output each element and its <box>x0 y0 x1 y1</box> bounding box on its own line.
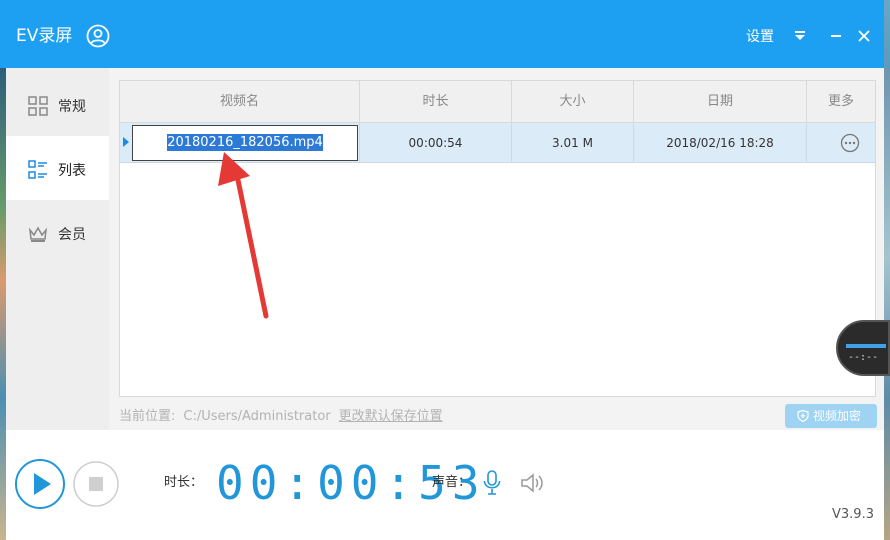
sidebar: 常规 列表 会员 <box>6 68 109 430</box>
sound-label: 声音： <box>432 475 472 490</box>
sidebar-item-label: 常规 <box>58 99 86 115</box>
change-location-link[interactable]: 更改默认保存位置 <box>339 409 443 424</box>
sidebar-item-member[interactable]: 会员 <box>6 200 109 264</box>
grid-icon <box>28 96 48 116</box>
title-bar[interactable]: EV录屏 设置 <box>0 0 884 68</box>
table-header: 视频名 时长 大小 日期 更多 <box>120 81 875 123</box>
ev-recorder-window: EV录屏 设置 常规 列表 会员 视频名 时长 大小 日期 更多 2018021… <box>0 0 884 540</box>
microphone-icon[interactable] <box>482 470 502 496</box>
sidebar-item-general[interactable]: 常规 <box>6 72 109 136</box>
location-path: C:/Users/Administrator <box>183 409 331 424</box>
more-options-icon[interactable] <box>840 133 860 153</box>
play-icon[interactable] <box>14 458 66 510</box>
video-encrypt-label: 视频加密 <box>813 409 862 423</box>
duration-label: 时长： <box>164 475 204 490</box>
sidebar-item-list[interactable]: 列表 <box>6 136 109 200</box>
column-header-size[interactable]: 大小 <box>512 81 634 123</box>
list-icon <box>28 160 47 179</box>
row-duration: 00:00:54 <box>360 123 512 163</box>
row-size: 3.01 M <box>512 123 634 163</box>
crown-icon <box>28 226 48 242</box>
column-header-name[interactable]: 视频名 <box>120 81 360 123</box>
recording-controls: 时长： 00:00:53 声音： V3.9.3 <box>6 430 884 540</box>
rename-input-value: 20180216_182056.mp4 <box>167 134 323 151</box>
red-arrow-annotation-icon <box>218 152 269 319</box>
dropdown-menu-icon[interactable] <box>792 28 808 44</box>
column-header-more: 更多 <box>827 94 854 109</box>
floating-widget-bar <box>846 344 886 348</box>
stop-icon[interactable] <box>72 460 120 508</box>
floating-widget-text: --:-- <box>848 352 879 363</box>
sidebar-item-label: 会员 <box>58 227 86 243</box>
user-account-icon[interactable] <box>86 24 110 48</box>
floating-recorder-widget[interactable]: --:-- <box>836 320 890 376</box>
version-label: V3.9.3 <box>832 507 874 522</box>
close-icon[interactable] <box>856 28 872 44</box>
shield-plus-icon <box>797 410 809 422</box>
save-location: 当前位置: C:/Users/Administrator 更改默认保存位置 <box>119 408 443 426</box>
minimize-icon[interactable] <box>828 28 844 44</box>
settings-button[interactable]: 设置 <box>746 28 774 46</box>
desktop-background-right <box>884 68 890 540</box>
sidebar-item-label: 列表 <box>58 163 86 179</box>
row-date: 2018/02/16 18:28 <box>634 123 807 163</box>
speaker-icon[interactable] <box>520 472 544 494</box>
location-label: 当前位置: <box>119 409 176 424</box>
column-header-date[interactable]: 日期 <box>634 81 807 123</box>
column-header-duration[interactable]: 时长 <box>360 81 512 123</box>
app-title: EV录屏 <box>16 26 73 46</box>
video-encrypt-button[interactable]: 视频加密 <box>785 404 877 428</box>
